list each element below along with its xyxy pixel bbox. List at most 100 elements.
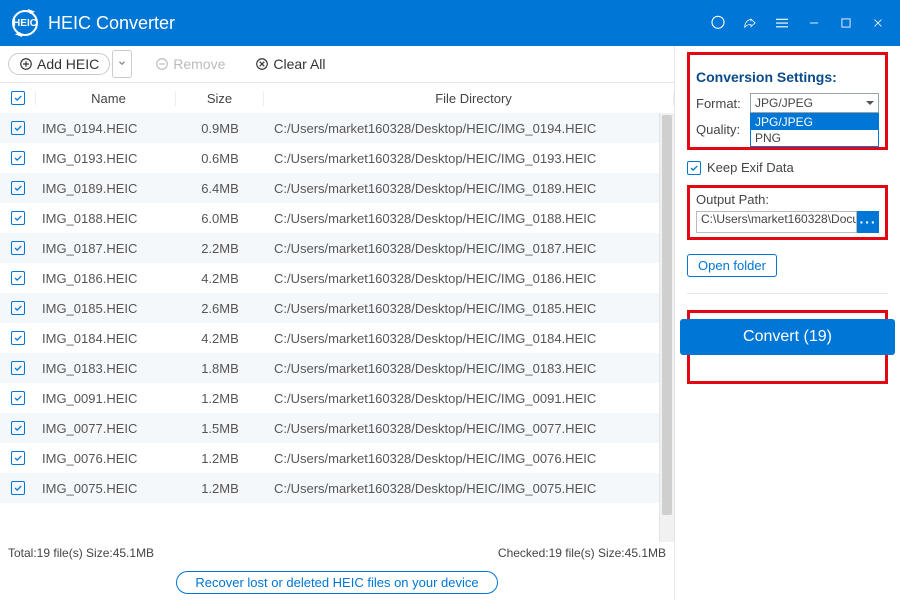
settings-panel: Conversion Settings: Format: JPG/JPEG JP… <box>675 46 900 600</box>
row-checkbox[interactable] <box>11 421 25 435</box>
remove-button[interactable]: Remove <box>148 53 232 75</box>
browse-button[interactable]: ··· <box>857 211 879 233</box>
row-directory: C:/Users/market160328/Desktop/HEIC/IMG_0… <box>264 121 674 136</box>
table-row[interactable]: IMG_0183.HEIC1.8MBC:/Users/market160328/… <box>0 353 674 383</box>
table-row[interactable]: IMG_0189.HEIC6.4MBC:/Users/market160328/… <box>0 173 674 203</box>
table-row[interactable]: IMG_0184.HEIC4.2MBC:/Users/market160328/… <box>0 323 674 353</box>
row-size: 1.2MB <box>176 481 264 496</box>
app-title: HEIC Converter <box>48 13 175 34</box>
output-path-label: Output Path: <box>696 192 879 207</box>
row-directory: C:/Users/market160328/Desktop/HEIC/IMG_0… <box>264 331 674 346</box>
clear-all-label: Clear All <box>273 56 325 72</box>
keep-exif-label: Keep Exif Data <box>707 160 794 175</box>
row-name: IMG_0194.HEIC <box>36 121 176 136</box>
row-checkbox[interactable] <box>11 331 25 345</box>
row-checkbox[interactable] <box>11 151 25 165</box>
row-size: 4.2MB <box>176 271 264 286</box>
table-row[interactable]: IMG_0076.HEIC1.2MBC:/Users/market160328/… <box>0 443 674 473</box>
row-directory: C:/Users/market160328/Desktop/HEIC/IMG_0… <box>264 151 674 166</box>
quality-label: Quality: <box>696 122 750 137</box>
header-size[interactable]: Size <box>176 91 264 106</box>
row-checkbox[interactable] <box>11 301 25 315</box>
row-checkbox[interactable] <box>11 391 25 405</box>
format-option-jpg[interactable]: JPG/JPEG <box>751 114 878 130</box>
table-row[interactable]: IMG_0193.HEIC0.6MBC:/Users/market160328/… <box>0 143 674 173</box>
recover-files-button[interactable]: Recover lost or deleted HEIC files on yo… <box>176 571 497 594</box>
row-checkbox[interactable] <box>11 241 25 255</box>
divider <box>687 293 888 294</box>
table-row[interactable]: IMG_0187.HEIC2.2MBC:/Users/market160328/… <box>0 233 674 263</box>
keep-exif-checkbox[interactable] <box>687 161 701 175</box>
row-name: IMG_0075.HEIC <box>36 481 176 496</box>
output-path-input[interactable]: C:\Users\market160328\Docu <box>696 211 857 233</box>
format-label: Format: <box>696 96 750 111</box>
maximize-button[interactable] <box>831 8 861 38</box>
table-row[interactable]: IMG_0186.HEIC4.2MBC:/Users/market160328/… <box>0 263 674 293</box>
clear-all-button[interactable]: Clear All <box>248 53 332 75</box>
header-directory[interactable]: File Directory <box>264 91 674 106</box>
row-size: 6.4MB <box>176 181 264 196</box>
row-checkbox[interactable] <box>11 451 25 465</box>
remove-label: Remove <box>173 56 225 72</box>
scrollbar-thumb[interactable] <box>662 115 672 515</box>
convert-button[interactable]: Convert (19) <box>680 319 895 355</box>
header-name[interactable]: Name <box>36 91 176 106</box>
close-button[interactable] <box>863 8 893 38</box>
row-size: 1.8MB <box>176 361 264 376</box>
row-directory: C:/Users/market160328/Desktop/HEIC/IMG_0… <box>264 241 674 256</box>
scrollbar[interactable] <box>659 113 674 542</box>
row-size: 0.6MB <box>176 151 264 166</box>
table-row[interactable]: IMG_0188.HEIC6.0MBC:/Users/market160328/… <box>0 203 674 233</box>
add-heic-dropdown[interactable] <box>112 50 132 78</box>
row-checkbox[interactable] <box>11 481 25 495</box>
row-directory: C:/Users/market160328/Desktop/HEIC/IMG_0… <box>264 451 674 466</box>
row-name: IMG_0183.HEIC <box>36 361 176 376</box>
row-checkbox[interactable] <box>11 211 25 225</box>
row-checkbox[interactable] <box>11 181 25 195</box>
conversion-settings-title: Conversion Settings: <box>696 69 879 85</box>
add-heic-label: Add HEIC <box>37 56 99 72</box>
row-name: IMG_0188.HEIC <box>36 211 176 226</box>
open-folder-button[interactable]: Open folder <box>687 254 777 277</box>
row-size: 6.0MB <box>176 211 264 226</box>
annotation-box: Output Path: C:\Users\market160328\Docu … <box>687 185 888 240</box>
minimize-button[interactable] <box>799 8 829 38</box>
row-name: IMG_0184.HEIC <box>36 331 176 346</box>
row-checkbox[interactable] <box>11 121 25 135</box>
row-directory: C:/Users/market160328/Desktop/HEIC/IMG_0… <box>264 301 674 316</box>
row-size: 1.2MB <box>176 451 264 466</box>
file-table: Name Size File Directory IMG_0194.HEIC0.… <box>0 82 674 542</box>
row-checkbox[interactable] <box>11 361 25 375</box>
row-size: 1.2MB <box>176 391 264 406</box>
annotation-box: Conversion Settings: Format: JPG/JPEG JP… <box>687 52 888 150</box>
app-logo-icon: HEIC <box>12 10 38 36</box>
format-option-png[interactable]: PNG <box>751 130 878 146</box>
row-name: IMG_0187.HEIC <box>36 241 176 256</box>
row-directory: C:/Users/market160328/Desktop/HEIC/IMG_0… <box>264 361 674 376</box>
title-bar: HEIC HEIC Converter <box>0 0 900 46</box>
menu-icon[interactable] <box>767 8 797 38</box>
status-checked: Checked:19 file(s) Size:45.1MB <box>498 546 666 560</box>
status-total: Total:19 file(s) Size:45.1MB <box>8 546 154 560</box>
row-size: 2.6MB <box>176 301 264 316</box>
table-header: Name Size File Directory <box>0 83 674 113</box>
toolbar: Add HEIC Remove Clear All <box>0 46 674 82</box>
format-select[interactable]: JPG/JPEG JPG/JPEG PNG <box>750 93 879 113</box>
row-name: IMG_0076.HEIC <box>36 451 176 466</box>
row-directory: C:/Users/market160328/Desktop/HEIC/IMG_0… <box>264 211 674 226</box>
table-row[interactable]: IMG_0075.HEIC1.2MBC:/Users/market160328/… <box>0 473 674 503</box>
feedback-icon[interactable] <box>703 8 733 38</box>
table-row[interactable]: IMG_0194.HEIC0.9MBC:/Users/market160328/… <box>0 113 674 143</box>
share-icon[interactable] <box>735 8 765 38</box>
row-checkbox[interactable] <box>11 271 25 285</box>
table-row[interactable]: IMG_0091.HEIC1.2MBC:/Users/market160328/… <box>0 383 674 413</box>
table-row[interactable]: IMG_0185.HEIC2.6MBC:/Users/market160328/… <box>0 293 674 323</box>
row-directory: C:/Users/market160328/Desktop/HEIC/IMG_0… <box>264 181 674 196</box>
row-name: IMG_0189.HEIC <box>36 181 176 196</box>
row-directory: C:/Users/market160328/Desktop/HEIC/IMG_0… <box>264 391 674 406</box>
table-row[interactable]: IMG_0077.HEIC1.5MBC:/Users/market160328/… <box>0 413 674 443</box>
row-size: 0.9MB <box>176 121 264 136</box>
select-all-checkbox[interactable] <box>11 91 25 105</box>
row-size: 2.2MB <box>176 241 264 256</box>
add-heic-button[interactable]: Add HEIC <box>8 53 110 75</box>
